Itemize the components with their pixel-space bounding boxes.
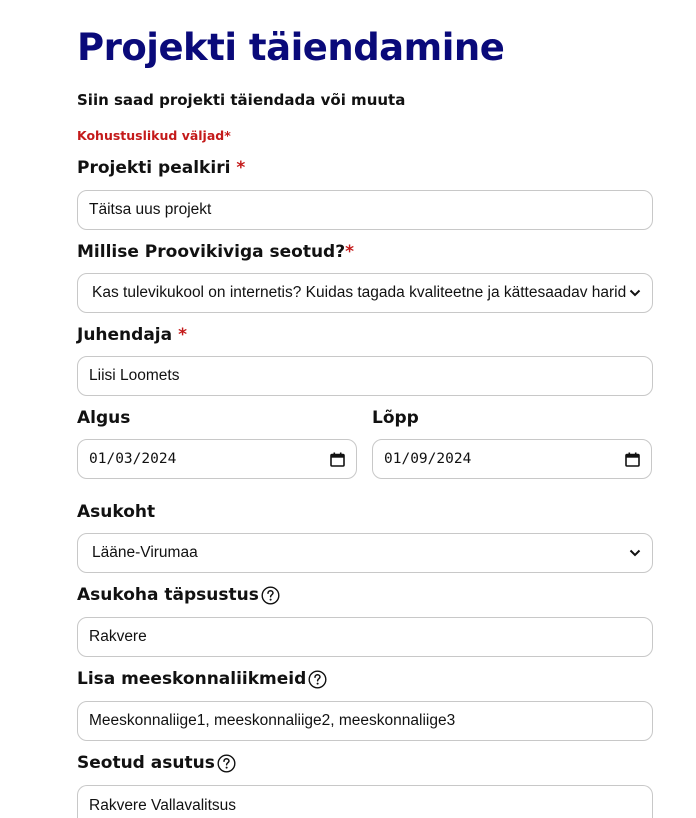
proovikivi-select[interactable]: Kas tulevikukool on internetis? Kuidas t… (77, 273, 653, 313)
project-title-label: Projekti pealkiri * (77, 158, 245, 178)
team-members-label-text: Lisa meeskonnaliikmeid (77, 669, 307, 689)
start-date-label-text: Algus (77, 408, 131, 428)
supervisor-label: Juhendaja * (77, 325, 187, 345)
proovikivi-selected-value: Kas tulevikukool on internetis? Kuidas t… (92, 284, 627, 301)
question-circle-icon[interactable] (261, 585, 280, 605)
location-detail-value: Rakvere (89, 628, 147, 645)
location-label: Asukoht (77, 502, 155, 522)
project-title-label-text: Projekti pealkiri (77, 158, 231, 178)
team-members-label: Lisa meeskonnaliikmeid (77, 669, 327, 689)
required-mark: * (345, 242, 354, 262)
institution-input[interactable]: Rakvere Vallavalitsus (77, 785, 653, 818)
calendar-icon[interactable] (329, 452, 345, 467)
page-subtitle: Siin saad projekti täiendada või muuta (77, 91, 406, 109)
page-title: Projekti täiendamine (77, 26, 505, 69)
end-date-value: 01/09/2024 (384, 451, 472, 467)
team-members-input[interactable]: Meeskonnaliige1, meeskonnaliige2, meesko… (77, 701, 653, 741)
end-date-label: Lõpp (372, 408, 419, 428)
institution-label-text: Seotud asutus (77, 753, 215, 773)
start-date-value: 01/03/2024 (89, 451, 177, 467)
institution-label: Seotud asutus (77, 753, 236, 773)
question-circle-icon[interactable] (217, 753, 236, 773)
institution-value: Rakvere Vallavalitsus (89, 797, 237, 814)
end-date-label-text: Lõpp (372, 408, 419, 428)
supervisor-value: Liisi Loomets (89, 367, 180, 384)
required-mark: * (236, 158, 246, 178)
supervisor-label-text: Juhendaja (77, 325, 173, 345)
location-selected-value: Lääne-Virumaa (92, 544, 198, 561)
start-date-label: Algus (77, 408, 130, 428)
supervisor-input[interactable]: Liisi Loomets (77, 356, 653, 396)
team-members-value: Meeskonnaliige1, meeskonnaliige2, meesko… (89, 712, 456, 729)
calendar-icon[interactable] (624, 452, 640, 467)
proovikivi-label-text: Millise Proovikiviga seotud? (77, 242, 346, 262)
question-circle-icon[interactable] (308, 669, 327, 689)
end-date-input[interactable]: 01/09/2024 (372, 439, 652, 479)
proovikivi-label: Millise Proovikiviga seotud? * (77, 242, 354, 262)
location-detail-label: Asukoha täpsustus (77, 585, 280, 605)
project-title-value: Täitsa uus projekt (89, 201, 212, 218)
chevron-down-icon (627, 289, 641, 297)
location-select[interactable]: Lääne-Virumaa (77, 533, 653, 573)
required-mark: * (178, 325, 187, 345)
location-detail-input[interactable]: Rakvere (77, 617, 653, 657)
location-label-text: Asukoht (77, 502, 156, 522)
location-detail-label-text: Asukoha täpsustus (77, 585, 259, 605)
chevron-down-icon (627, 549, 641, 557)
start-date-input[interactable]: 01/03/2024 (77, 439, 357, 479)
required-fields-note: Kohustuslikud väljad* (77, 128, 231, 143)
project-title-input[interactable]: Täitsa uus projekt (77, 190, 653, 230)
